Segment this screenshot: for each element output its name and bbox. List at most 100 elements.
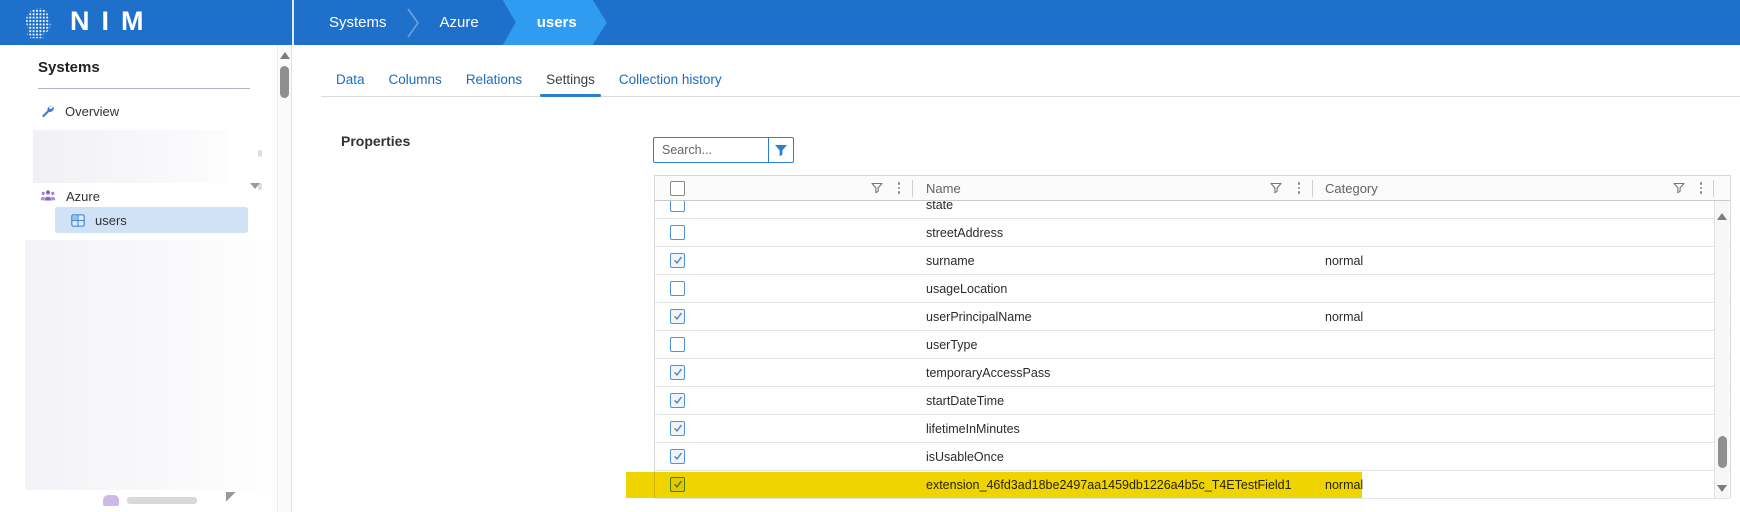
column-divider [1713, 180, 1714, 197]
table-row[interactable]: startDateTime [655, 387, 1730, 415]
sidebar-item-overview[interactable]: Overview [40, 100, 119, 122]
main-panel: Data Columns Relations Settings Collecti… [293, 45, 1740, 512]
table-row[interactable]: state [655, 201, 1730, 219]
table-row[interactable]: usageLocation [655, 275, 1730, 303]
table-row[interactable]: userType [655, 331, 1730, 359]
row-name: isUsableOnce [926, 450, 1004, 464]
nim-logo-icon [22, 6, 56, 40]
search-input[interactable] [653, 137, 768, 163]
resize-handle-icon[interactable] [226, 492, 236, 502]
logo-area[interactable]: NIM [0, 0, 292, 45]
scroll-up-arrow-icon[interactable] [280, 52, 290, 59]
table-row[interactable]: temporaryAccessPass [655, 359, 1730, 387]
chevron-down-icon[interactable] [250, 189, 260, 204]
sidebar-item-label: users [95, 213, 127, 228]
row-checkbox[interactable] [670, 337, 685, 352]
row-name: streetAddress [926, 226, 1003, 240]
sidebar-item-users-selected[interactable]: users [55, 207, 248, 233]
tab-relations[interactable]: Relations [466, 64, 522, 96]
row-checkbox[interactable] [670, 281, 685, 296]
filter-button[interactable] [768, 137, 794, 163]
row-checkbox[interactable] [670, 201, 685, 212]
row-checkbox[interactable] [670, 449, 685, 464]
tab-columns[interactable]: Columns [389, 64, 442, 96]
row-checkbox[interactable] [670, 253, 685, 268]
filter-funnel-icon[interactable] [1672, 181, 1686, 195]
top-bar: NIM Systems Azure users [0, 0, 1740, 45]
table-row[interactable]: streetAddress [655, 219, 1730, 247]
row-name: userType [926, 338, 977, 352]
column-menu-icon[interactable] [1694, 181, 1708, 195]
row-checkbox[interactable] [670, 309, 685, 324]
breadcrumb-item-azure[interactable]: Azure [426, 14, 493, 31]
table-row[interactable]: isUsableOnce [655, 443, 1730, 471]
funnel-icon [774, 144, 788, 157]
group-icon-faint [103, 495, 119, 506]
sidebar-item-partial[interactable] [103, 493, 197, 507]
redacted-mark [258, 150, 262, 157]
sidebar-title: Systems [38, 59, 100, 76]
row-checkbox[interactable] [670, 477, 685, 492]
filter-funnel-icon[interactable] [1269, 181, 1283, 195]
row-name: userPrincipalName [926, 310, 1032, 324]
scroll-down-arrow-icon[interactable] [1717, 485, 1727, 492]
sidebar-item-label: Azure [66, 189, 100, 204]
table-icon [71, 214, 85, 227]
table-row[interactable]: userPrincipalName normal [655, 303, 1730, 331]
column-divider [1312, 180, 1313, 197]
redacted-block [33, 130, 230, 183]
filter-funnel-icon[interactable] [870, 181, 884, 195]
wrench-icon [40, 104, 55, 119]
topbar-divider [292, 0, 294, 45]
sidebar-item-label: Overview [65, 104, 119, 119]
row-checkbox[interactable] [670, 365, 685, 380]
sidebar: Systems Overview Azure [0, 45, 292, 512]
table-scrollbar[interactable] [1714, 201, 1729, 498]
column-header-category[interactable]: Category [1325, 181, 1378, 196]
table-row[interactable]: surname normal [655, 247, 1730, 275]
row-category: normal [1325, 254, 1363, 268]
column-menu-icon[interactable] [892, 181, 906, 195]
column-menu-icon[interactable] [1292, 181, 1306, 195]
table-row[interactable]: lifetimeInMinutes [655, 415, 1730, 443]
tab-collection-history[interactable]: Collection history [619, 64, 722, 96]
table-scrollbar-thumb[interactable] [1718, 436, 1727, 468]
tab-data[interactable]: Data [336, 64, 365, 96]
tab-bar: Data Columns Relations Settings Collecti… [321, 64, 1740, 97]
group-icon [40, 189, 56, 203]
breadcrumb-active-label: users [537, 14, 577, 31]
table-row[interactable]: extension_46fd3ad18be2497aa1459db1226a4b… [655, 471, 1730, 499]
breadcrumb: Systems Azure users [315, 0, 607, 45]
row-name: extension_46fd3ad18be2497aa1459db1226a4b… [926, 478, 1292, 492]
column-header-name[interactable]: Name [926, 181, 961, 196]
section-title-properties: Properties [341, 133, 410, 149]
row-category: normal [1325, 478, 1363, 492]
row-category: normal [1325, 310, 1363, 324]
chevron-right-icon [407, 7, 420, 39]
row-name: startDateTime [926, 394, 1004, 408]
sidebar-item-azure[interactable]: Azure [40, 185, 260, 207]
sidebar-title-divider [38, 88, 250, 89]
breadcrumb-item-systems[interactable]: Systems [315, 14, 401, 31]
select-all-checkbox[interactable] [670, 181, 685, 196]
sidebar-scrollbar[interactable] [277, 45, 291, 512]
app-window: NIM Systems Azure users Systems Overview [0, 0, 1740, 512]
sidebar-scrollbar-thumb[interactable] [280, 66, 289, 98]
row-checkbox[interactable] [670, 421, 685, 436]
row-checkbox[interactable] [670, 225, 685, 240]
search-control [653, 137, 794, 163]
table-header: Name Category [655, 176, 1730, 201]
breadcrumb-item-users-active[interactable]: users [503, 0, 607, 45]
row-name: usageLocation [926, 282, 1007, 296]
row-checkbox[interactable] [670, 393, 685, 408]
brand-name: NIM [70, 6, 156, 37]
row-name: temporaryAccessPass [926, 366, 1050, 380]
table-body: state streetAddress surname normal usageLoca… [655, 201, 1730, 499]
row-name: surname [926, 254, 975, 268]
tab-settings-active[interactable]: Settings [546, 64, 595, 96]
column-divider [912, 180, 913, 197]
row-name: lifetimeInMinutes [926, 422, 1020, 436]
redacted-block [25, 240, 273, 490]
properties-table: Name Category state streetAddress surname n… [654, 175, 1731, 498]
scroll-up-arrow-icon[interactable] [1717, 213, 1727, 220]
